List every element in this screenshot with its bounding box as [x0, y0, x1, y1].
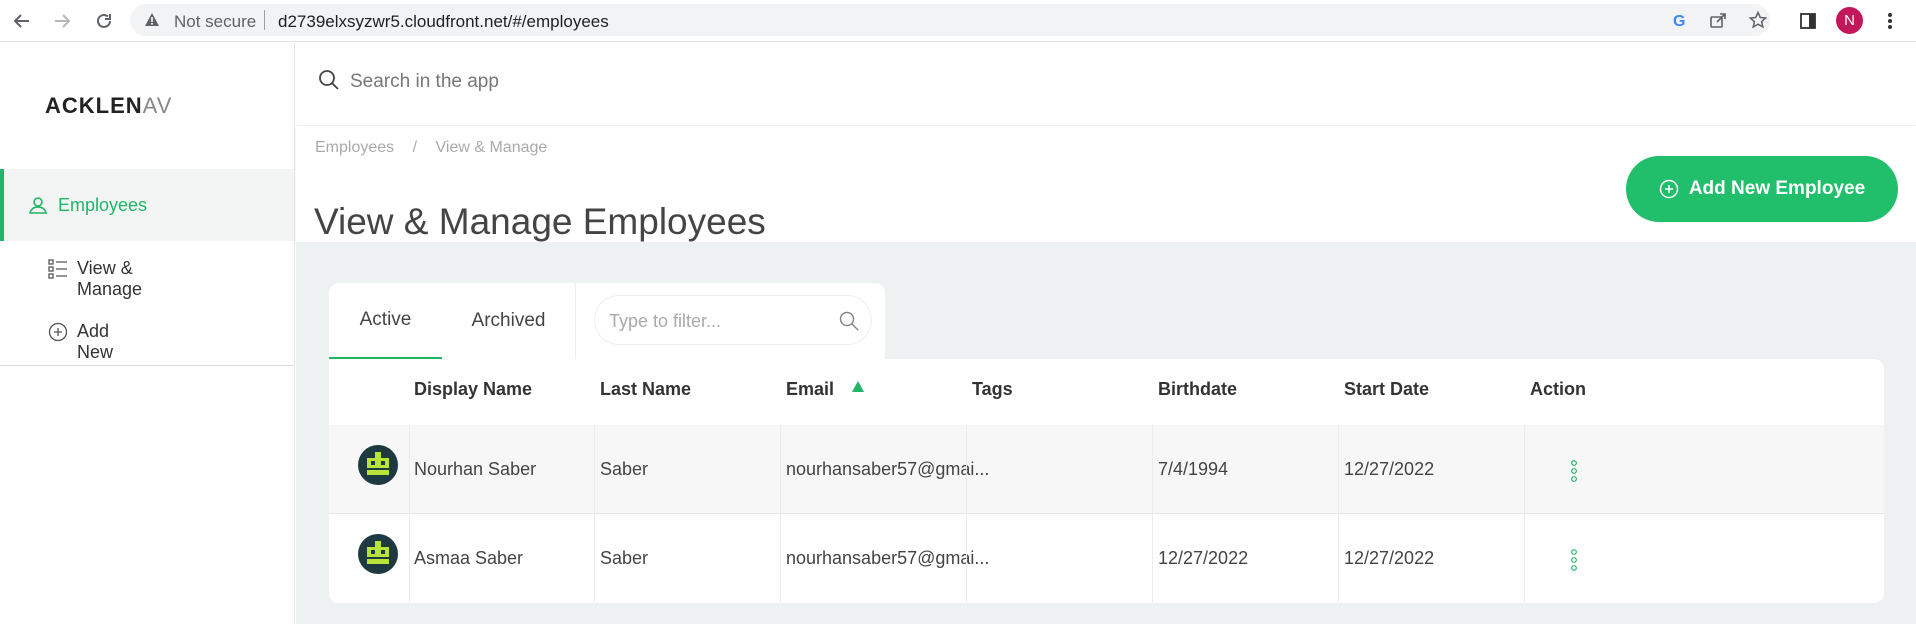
- tab-divider: [575, 283, 576, 359]
- search-icon: [318, 69, 340, 96]
- avatar: [358, 445, 398, 485]
- sidebar-divider: [0, 365, 294, 366]
- tab-archived[interactable]: Archived: [442, 283, 575, 359]
- cell-divider: [1152, 425, 1153, 513]
- logo-faded: AV: [142, 93, 173, 118]
- cell-start-date: 12/27/2022: [1344, 548, 1435, 568]
- cell-email: nourhansaber57@gmai...: [786, 548, 990, 568]
- cell-display-name: Nourhan Saber: [414, 459, 537, 479]
- table-row[interactable]: Nourhan Saber Saber nourhansaber57@gmai.…: [329, 425, 1884, 514]
- cell-display-name: Asmaa Saber: [414, 548, 524, 568]
- filter-input[interactable]: [607, 308, 831, 334]
- profile-avatar[interactable]: N: [1836, 7, 1863, 34]
- cell-divider: [1524, 425, 1525, 513]
- cell-divider: [780, 425, 781, 513]
- back-icon[interactable]: [8, 7, 36, 35]
- add-new-employee-button[interactable]: Add New Employee: [1626, 156, 1898, 222]
- tab-active[interactable]: Active: [329, 283, 442, 359]
- cell-divider: [409, 425, 410, 513]
- list-icon: [48, 259, 68, 284]
- column-header-last-name[interactable]: Last Name: [600, 379, 691, 400]
- cell-divider: [966, 425, 967, 513]
- cell-divider: [1338, 425, 1339, 513]
- warning-icon: [144, 12, 160, 33]
- logo: ACKLENAV: [45, 93, 172, 119]
- breadcrumb-view-manage: View & Manage: [435, 139, 548, 156]
- cell-birthdate: 7/4/1994: [1158, 459, 1229, 479]
- cell-divider: [1338, 514, 1339, 602]
- sidebar-item-label: View & Manage: [77, 258, 143, 299]
- column-header-birthdate[interactable]: Birthdate: [1158, 379, 1237, 400]
- breadcrumb: Employees / View & Manage: [315, 139, 561, 157]
- table-row[interactable]: Asmaa Saber Saber nourhansaber57@gmai...…: [329, 514, 1884, 602]
- page-title: View & Manage Employees: [314, 200, 766, 242]
- tab-label: Active: [359, 309, 412, 330]
- breadcrumb-separator: /: [412, 139, 418, 156]
- menu-kebab-icon[interactable]: [1878, 9, 1902, 33]
- filter-box: [594, 295, 872, 345]
- url-separator: [264, 10, 265, 30]
- column-header-display-name[interactable]: Display Name: [414, 379, 532, 400]
- column-header-email[interactable]: Email: [786, 379, 834, 400]
- row-actions-kebab-icon[interactable]: [1569, 459, 1579, 483]
- browser-toolbar: Not secure d2739elxsyzwr5.cloudfront.net…: [0, 0, 1916, 42]
- search-icon[interactable]: [839, 311, 859, 336]
- cell-divider: [1524, 514, 1525, 602]
- cell-divider: [1152, 514, 1153, 602]
- column-header-start-date[interactable]: Start Date: [1344, 379, 1429, 400]
- forward-icon[interactable]: [48, 7, 76, 35]
- sidebar-item-employees[interactable]: Employees: [0, 169, 294, 241]
- user-icon: [28, 195, 48, 220]
- bookmark-star-icon[interactable]: [1748, 10, 1768, 30]
- cell-divider: [594, 514, 595, 602]
- column-header-action: Action: [1530, 379, 1586, 399]
- cell-divider: [780, 514, 781, 602]
- cell-last-name: Saber: [600, 548, 649, 568]
- cell-start-date: 12/27/2022: [1344, 459, 1435, 479]
- sort-asc-icon[interactable]: [852, 381, 864, 392]
- breadcrumb-employees[interactable]: Employees: [315, 139, 394, 156]
- app-search-bar: [296, 43, 1916, 126]
- cell-email: nourhansaber57@gmai...: [786, 459, 990, 479]
- tabs-bar: Active Archived: [329, 283, 885, 359]
- plus-circle-icon: [1659, 179, 1679, 199]
- tab-label: Archived: [471, 310, 546, 331]
- search-input[interactable]: [348, 65, 952, 99]
- avatar: [358, 534, 398, 574]
- page-header: Employees / View & Manage View & Manage …: [296, 126, 1916, 242]
- reload-icon[interactable]: [90, 7, 118, 35]
- not-secure-label: Not secure: [174, 12, 257, 31]
- google-icon[interactable]: G: [1670, 10, 1690, 30]
- cell-last-name: Saber: [600, 459, 649, 479]
- cell-divider: [966, 514, 967, 602]
- main-content: Active Archived Display Name Last Name E…: [296, 242, 1916, 624]
- cell-divider: [409, 514, 410, 602]
- cell-divider: [594, 425, 595, 513]
- employees-table: Display Name Last Name Email Tags Birthd…: [329, 359, 1884, 603]
- cell-birthdate: 12/27/2022: [1158, 548, 1249, 568]
- sidebar-item-label: Employees: [58, 195, 148, 215]
- address-bar[interactable]: Not secure d2739elxsyzwr5.cloudfront.net…: [130, 4, 1770, 36]
- side-panel-icon[interactable]: [1796, 9, 1820, 33]
- sidebar: ACKLENAV Employees View & Manage Add New: [0, 43, 295, 624]
- add-new-employee-label: Add New Employee: [1688, 178, 1866, 199]
- plus-circle-icon: [48, 322, 68, 347]
- row-actions-kebab-icon[interactable]: [1569, 548, 1579, 572]
- logo-main: ACKLEN: [45, 93, 143, 118]
- sidebar-item-label: Add New: [77, 321, 114, 362]
- url-text: d2739elxsyzwr5.cloudfront.net/#/employee…: [278, 12, 609, 31]
- column-header-tags[interactable]: Tags: [972, 379, 1013, 400]
- share-icon[interactable]: [1708, 10, 1728, 30]
- svg-text:G: G: [1673, 13, 1685, 29]
